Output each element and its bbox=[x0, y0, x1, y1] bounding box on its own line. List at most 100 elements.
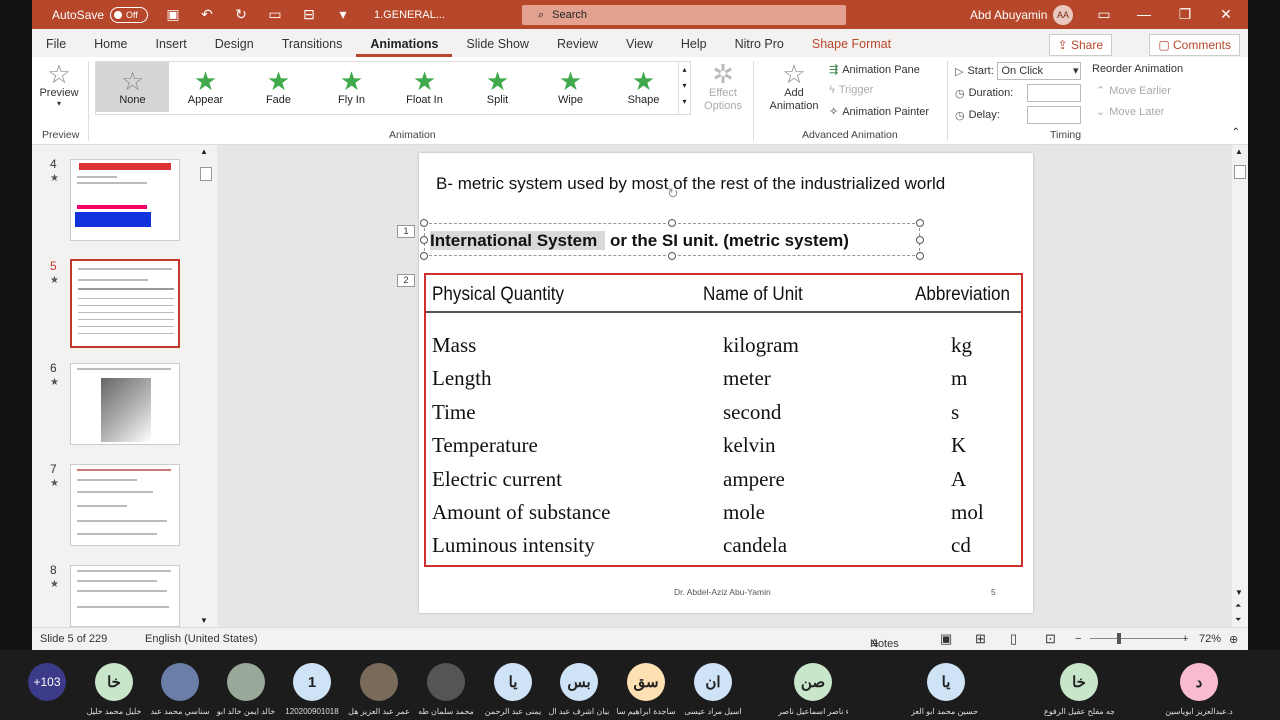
si-highlighted-text[interactable]: International System bbox=[430, 231, 606, 250]
scroll-up-icon[interactable]: ▲ bbox=[200, 147, 208, 156]
animation-pane-button[interactable]: ⇶ Animation Pane bbox=[829, 63, 920, 77]
thumbnail-scrollbar[interactable]: ▲ ▼ bbox=[200, 145, 214, 627]
participant-tile[interactable]: محمد سلمان طه bbox=[411, 663, 481, 716]
previous-slide-icon[interactable]: ⏶ bbox=[1235, 601, 1241, 611]
zoom-slider-thumb[interactable] bbox=[1117, 633, 1121, 644]
participant-tile[interactable]: ان اسيل مراد عيسى bbox=[678, 663, 748, 716]
move-earlier-button[interactable]: ⌃ Move Earlier bbox=[1096, 84, 1171, 98]
participant-tile[interactable]: سناسي محمد عبد bbox=[145, 663, 215, 716]
tab-file[interactable]: File bbox=[32, 33, 80, 57]
participant-tile[interactable]: صن صفاء ناصر اسماعيل ناصر bbox=[778, 663, 848, 716]
participant-tile[interactable]: خا خديجه مفلح عقيل الرفوع bbox=[1044, 663, 1114, 716]
share-button[interactable]: ⇪ Share bbox=[1048, 34, 1112, 56]
comments-button[interactable]: ▢ Comments bbox=[1149, 34, 1240, 56]
scroll-down-icon[interactable]: ▼ bbox=[1235, 588, 1243, 597]
restore-icon[interactable]: ❐ bbox=[1175, 6, 1195, 23]
tab-home[interactable]: Home bbox=[80, 33, 141, 57]
save-icon[interactable]: ▣ bbox=[164, 6, 182, 23]
slide-thumbnail-8[interactable] bbox=[70, 565, 180, 627]
slide-thumbnail-7[interactable] bbox=[70, 464, 180, 546]
slide-thumbnail-5[interactable] bbox=[70, 259, 180, 348]
animation-appear[interactable]: ★ Appear bbox=[169, 62, 242, 112]
customize-toolbar-icon[interactable]: ▾ bbox=[334, 6, 352, 23]
animation-fade[interactable]: ★ Fade bbox=[242, 62, 315, 112]
autosave-control[interactable]: AutoSave Off bbox=[52, 6, 149, 23]
animation-float-in[interactable]: ★ Float In bbox=[388, 62, 461, 112]
open-icon[interactable]: ⊟ bbox=[300, 6, 318, 23]
autosave-toggle[interactable]: Off bbox=[110, 6, 149, 23]
minimize-icon[interactable]: — bbox=[1134, 6, 1154, 22]
participant-tile[interactable]: 1 120200901018 bbox=[277, 663, 347, 716]
effect-options-button[interactable]: ✲ Effect Options bbox=[702, 61, 744, 113]
collapse-ribbon-icon[interactable]: ⌃ bbox=[1232, 127, 1240, 138]
participant-tile[interactable]: عمر عبد العزيز هل bbox=[344, 663, 414, 716]
animation-shape[interactable]: ★ Shape bbox=[607, 62, 680, 112]
slide-thumbnail-6[interactable] bbox=[70, 363, 180, 445]
participant-tile[interactable]: بس بيان اشرف عبد ال bbox=[544, 663, 614, 716]
slide-heading[interactable]: B- metric system used by most of the res… bbox=[436, 174, 945, 194]
slide-canvas[interactable]: B- metric system used by most of the res… bbox=[419, 153, 1033, 613]
participant-tile[interactable]: خا خليل محمد خليل bbox=[79, 663, 149, 716]
add-animation-button[interactable]: ☆ Add Animation bbox=[762, 61, 826, 113]
si-text[interactable]: International System or the SI unit. (me… bbox=[430, 231, 849, 251]
duration-input[interactable] bbox=[1026, 84, 1081, 102]
ribbon-display-icon[interactable]: ▭ bbox=[1094, 6, 1114, 23]
start-slideshow-icon[interactable]: ▭ bbox=[266, 6, 284, 23]
tab-help[interactable]: Help bbox=[667, 33, 721, 57]
preview-button[interactable]: ☆ Preview ▾ bbox=[39, 61, 78, 108]
animation-fly-in[interactable]: ★ Fly In bbox=[315, 62, 388, 112]
move-later-button[interactable]: ⌄ Move Later bbox=[1096, 105, 1164, 119]
user-name[interactable]: Abd Abuyamin bbox=[970, 8, 1047, 22]
trigger-button[interactable]: ϟ Trigger bbox=[829, 84, 873, 96]
participant-tile[interactable]: سق ساجدة ابراهيم سا bbox=[611, 663, 681, 716]
tab-slide-show[interactable]: Slide Show bbox=[452, 33, 543, 57]
rotate-handle-icon[interactable]: ↻ bbox=[667, 185, 679, 202]
zoom-slider[interactable] bbox=[1090, 638, 1182, 639]
tab-review[interactable]: Review bbox=[543, 33, 612, 57]
close-icon[interactable]: ✕ bbox=[1216, 6, 1236, 23]
user-avatar[interactable]: AA bbox=[1053, 5, 1073, 25]
animation-split[interactable]: ★ Split bbox=[461, 62, 534, 112]
participant-tile[interactable]: يا يمنى عبد الرحمن bbox=[478, 663, 548, 716]
animation-painter-button[interactable]: ✧ Animation Painter bbox=[829, 105, 929, 119]
slide-sorter-icon[interactable]: ⊞ bbox=[975, 631, 986, 647]
animation-tag-2[interactable]: 2 bbox=[397, 274, 415, 287]
animation-tag-1[interactable]: 1 bbox=[397, 225, 415, 238]
tab-insert[interactable]: Insert bbox=[142, 33, 201, 57]
participant-tile[interactable]: يا يقين حسين محمد ابو العز bbox=[911, 663, 981, 716]
tab-nitro-pro[interactable]: Nitro Pro bbox=[721, 33, 798, 57]
zoom-level[interactable]: 72% bbox=[1199, 633, 1221, 645]
slide-thumbnail-4[interactable] bbox=[70, 159, 180, 241]
scroll-thumb[interactable] bbox=[200, 167, 212, 181]
animation-none[interactable]: ☆ None bbox=[96, 62, 169, 112]
delay-input[interactable] bbox=[1026, 106, 1081, 124]
next-slide-icon[interactable]: ⏷ bbox=[1235, 615, 1241, 625]
slideshow-view-icon[interactable]: ⊡ bbox=[1045, 631, 1056, 647]
redo-icon[interactable]: ↻ bbox=[232, 6, 250, 23]
slide-scrollbar[interactable]: ▲ ▼ ⏶ ⏷ bbox=[1232, 145, 1248, 627]
scroll-thumb[interactable] bbox=[1234, 165, 1246, 179]
tab-shape-format[interactable]: Shape Format bbox=[798, 33, 905, 57]
participant-tile[interactable]: د د.عبدالعزيز ابوياسين bbox=[1164, 663, 1234, 716]
si-units-table[interactable]: Physical Quantity Name of Unit Abbreviat… bbox=[424, 273, 1023, 567]
scroll-up-icon[interactable]: ▲ bbox=[1235, 147, 1243, 156]
undo-icon[interactable]: ↶ bbox=[198, 6, 216, 23]
animation-wipe[interactable]: ★ Wipe bbox=[534, 62, 607, 112]
normal-view-icon[interactable]: ▣ bbox=[940, 631, 952, 647]
tab-design[interactable]: Design bbox=[201, 33, 268, 57]
tab-transitions[interactable]: Transitions bbox=[268, 33, 357, 57]
start-dropdown[interactable]: On Click ▾ bbox=[997, 62, 1082, 80]
gallery-scroll[interactable]: ▴ ▾ ▾ bbox=[678, 62, 690, 114]
language-indicator[interactable]: English (United States) bbox=[145, 633, 258, 645]
file-name[interactable]: 1.GENERAL... bbox=[374, 9, 445, 21]
more-participants[interactable]: +103 bbox=[12, 663, 82, 701]
tab-animations[interactable]: Animations bbox=[356, 33, 453, 57]
fit-to-window-icon[interactable]: ⊕ bbox=[1229, 633, 1238, 646]
participant-tile[interactable]: خالد ايمن خالد ابو bbox=[211, 663, 281, 716]
zoom-out-icon[interactable]: − bbox=[1075, 633, 1081, 645]
reading-view-icon[interactable]: ▯ bbox=[1010, 631, 1017, 647]
search-box[interactable]: ⌕ Search bbox=[522, 5, 846, 25]
tab-view[interactable]: View bbox=[612, 33, 667, 57]
zoom-in-icon[interactable]: + bbox=[1182, 633, 1188, 645]
scroll-down-icon[interactable]: ▼ bbox=[200, 616, 208, 625]
